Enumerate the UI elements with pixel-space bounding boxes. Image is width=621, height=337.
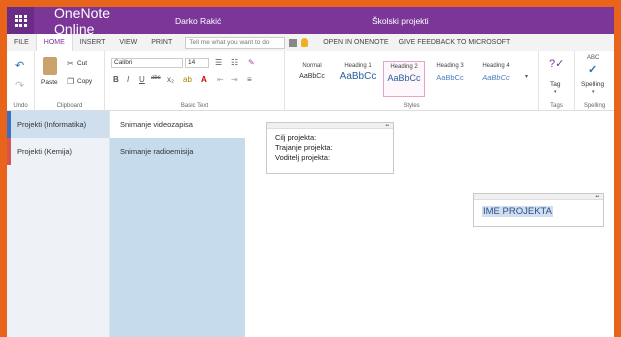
- tell-me-input[interactable]: Tell me what you want to do: [185, 36, 286, 49]
- section-projekti-informatika[interactable]: Projekti (Informatika): [7, 111, 109, 138]
- waffle-icon: [14, 14, 27, 27]
- align-icon[interactable]: ≡: [247, 75, 252, 84]
- pages-pane: Snimanje videozapisa Snimanje radioemisi…: [110, 111, 245, 337]
- lightbulb-icon[interactable]: [301, 38, 309, 47]
- app-name[interactable]: OneNote Online: [54, 7, 142, 37]
- highlight-icon[interactable]: ab: [183, 75, 192, 84]
- spelling-group: ABC ✓ Spelling ▾ Spelling: [575, 51, 614, 111]
- note-line-duration: Trajanje projekta:: [275, 143, 333, 152]
- styles-group-label: Styles: [403, 103, 420, 109]
- user-name[interactable]: Darko Rakić: [175, 16, 221, 26]
- section-label: Projekti (Informatika): [17, 120, 87, 129]
- style-heading-4[interactable]: Heading 4 AaBbCc: [475, 61, 517, 97]
- tag-button[interactable]: Tag: [550, 81, 560, 88]
- tab-view[interactable]: VIEW: [112, 34, 144, 51]
- app-launcher-button[interactable]: [7, 7, 34, 34]
- style-name: Heading 4: [482, 63, 510, 69]
- tab-home[interactable]: HOME: [35, 34, 73, 51]
- style-name: Heading 3: [436, 63, 464, 69]
- open-in-onenote-link[interactable]: OPEN IN ONENOTE: [318, 39, 393, 46]
- spelling-group-label: Spelling: [583, 103, 606, 109]
- tag-icon[interactable]: ?✓: [549, 57, 564, 70]
- tab-print[interactable]: PRINT: [144, 34, 179, 51]
- spelling-dropdown-icon[interactable]: ▾: [592, 89, 595, 95]
- italic-icon[interactable]: I: [127, 75, 129, 84]
- sections-pane: Projekti (Informatika) Projekti (Kemija): [7, 111, 110, 337]
- give-feedback-link[interactable]: GIVE FEEDBACK TO MICROSOFT: [394, 39, 516, 46]
- project-title-text[interactable]: IME PROJEKTA: [482, 206, 553, 217]
- redo-icon[interactable]: ↷: [15, 79, 24, 92]
- paste-icon[interactable]: [43, 57, 57, 75]
- abc-label: ABC: [587, 55, 600, 61]
- note-container-info[interactable]: •• Cilj projekta: Trajanje projekta: Vod…: [266, 122, 394, 174]
- strikethrough-icon[interactable]: abc: [151, 75, 161, 81]
- style-sample: AaBbCc: [482, 73, 510, 82]
- subscript-icon[interactable]: x₂: [167, 75, 174, 84]
- styles-group: Normal AaBbCc Heading 1 AaBbCc Heading 2…: [285, 51, 539, 111]
- style-normal[interactable]: Normal AaBbCc: [291, 61, 333, 97]
- style-name: Heading 1: [344, 63, 372, 69]
- section-color-bar: [7, 138, 11, 165]
- note-line-goal: Cilj projekta:: [275, 133, 317, 142]
- section-label: Projekti (Kemija): [17, 147, 73, 156]
- underline-icon[interactable]: U: [139, 75, 145, 84]
- cut-icon[interactable]: ✂: [67, 59, 74, 68]
- basic-text-group-label: Basic Text: [180, 103, 209, 109]
- spelling-check-icon[interactable]: ✓: [588, 63, 597, 76]
- onenote-window: OneNote Online Darko Rakić Školski proje…: [7, 7, 614, 337]
- style-name: Normal: [302, 63, 322, 69]
- undo-icon[interactable]: ↶: [15, 59, 24, 72]
- page-canvas[interactable]: •• Cilj projekta: Trajanje projekta: Vod…: [245, 111, 614, 337]
- title-bar: OneNote Online Darko Rakić Školski proje…: [7, 7, 614, 37]
- font-size-select[interactable]: 14: [185, 58, 209, 68]
- bullets-icon[interactable]: ☰: [215, 58, 222, 67]
- style-sample: AaBbCc: [436, 73, 464, 82]
- undo-group-label: Undo: [13, 103, 28, 109]
- ribbon-tabs: FILE HOME INSERT VIEW PRINT Tell me what…: [7, 34, 614, 51]
- style-name: Heading 2: [390, 64, 418, 70]
- clear-formatting-icon[interactable]: ✎: [248, 58, 255, 67]
- copy-button[interactable]: Copy: [77, 78, 92, 85]
- numbering-icon[interactable]: ☷: [231, 58, 238, 67]
- tell-me-icon[interactable]: [289, 38, 298, 47]
- clipboard-group: Paste ✂ Cut ❐ Copy Clipboard: [35, 51, 105, 111]
- style-sample: AaBbCc: [299, 73, 325, 80]
- decrease-indent-icon[interactable]: ⇤: [217, 75, 224, 84]
- tab-file[interactable]: FILE: [7, 34, 36, 51]
- increase-indent-icon[interactable]: ⇥: [231, 75, 238, 84]
- spelling-button[interactable]: Spelling: [581, 81, 604, 88]
- style-sample: AaBbCc: [387, 73, 421, 83]
- tags-group: ?✓ Tag ▾ Tags: [539, 51, 575, 111]
- page-snimanje-radioemisija[interactable]: Snimanje radioemisija: [110, 138, 245, 165]
- section-color-bar: [7, 111, 11, 138]
- section-projekti-kemija[interactable]: Projekti (Kemija): [7, 138, 109, 165]
- tag-dropdown-icon[interactable]: ▾: [554, 89, 557, 95]
- note-line-leader: Voditelj projekta:: [275, 153, 331, 162]
- note-container-title[interactable]: •• IME PROJEKTA: [473, 193, 604, 227]
- cut-button[interactable]: Cut: [77, 60, 87, 67]
- basic-text-group: Calibri 14 ☰ ☷ ✎ B I U abc x₂ ab A ⇤ ⇥ ≡…: [105, 51, 285, 111]
- tab-insert[interactable]: INSERT: [73, 34, 113, 51]
- paste-button[interactable]: Paste: [41, 79, 58, 86]
- clipboard-group-label: Clipboard: [56, 103, 83, 109]
- bold-icon[interactable]: B: [113, 75, 119, 84]
- ribbon: ↶ ↷ Undo Paste ✂ Cut ❐ Copy Clipboard Ca…: [7, 51, 614, 111]
- font-color-icon[interactable]: A: [201, 75, 207, 84]
- style-heading-1[interactable]: Heading 1 AaBbCc: [337, 61, 379, 97]
- tags-group-label: Tags: [550, 103, 563, 109]
- font-family-select[interactable]: Calibri: [111, 58, 183, 68]
- undo-group: ↶ ↷ Undo: [7, 51, 35, 111]
- notebook-title: Školski projekti: [372, 16, 429, 26]
- styles-more-icon[interactable]: ▾: [525, 73, 528, 80]
- style-sample: AaBbCc: [339, 71, 377, 82]
- style-heading-2[interactable]: Heading 2 AaBbCc: [383, 61, 425, 97]
- page-snimanje-videozapisa[interactable]: Snimanje videozapisa: [110, 111, 245, 138]
- style-heading-3[interactable]: Heading 3 AaBbCc: [429, 61, 471, 97]
- copy-icon[interactable]: ❐: [67, 77, 74, 86]
